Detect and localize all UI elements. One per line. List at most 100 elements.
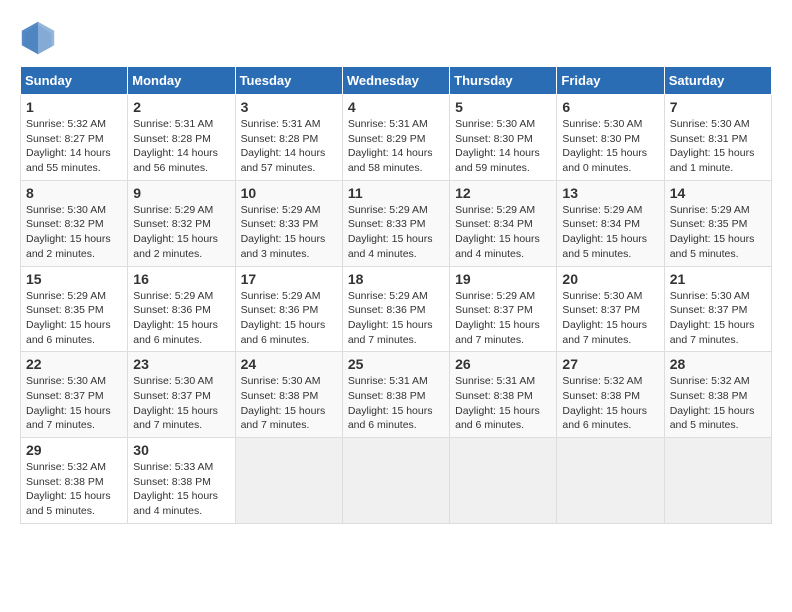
day-number: 10 [241, 185, 337, 201]
weekday-header-wednesday: Wednesday [342, 67, 449, 95]
calendar-cell: 26 Sunrise: 5:31 AM Sunset: 8:38 PM Dayli… [450, 352, 557, 438]
week-row-0: 1Sunrise: 5:32 AM Sunset: 8:27 PM Daylig… [21, 95, 772, 181]
day-info: Sunrise: 5:31 AM Sunset: 8:38 PM Dayligh… [455, 374, 551, 433]
day-number: 29 [26, 442, 122, 458]
day-number: 9 [133, 185, 229, 201]
calendar-cell: 17 Sunrise: 5:29 AM Sunset: 8:36 PM Dayli… [235, 266, 342, 352]
day-number: 24 [241, 356, 337, 372]
day-info: Sunrise: 5:29 AM Sunset: 8:34 PM Dayligh… [562, 203, 658, 262]
calendar-cell: 15 Sunrise: 5:29 AM Sunset: 8:35 PM Dayli… [21, 266, 128, 352]
calendar-cell: 2 Sunrise: 5:31 AM Sunset: 8:28 PM Daylig… [128, 95, 235, 181]
day-number: 19 [455, 271, 551, 287]
calendar-cell: 4 Sunrise: 5:31 AM Sunset: 8:29 PM Daylig… [342, 95, 449, 181]
calendar-cell: 28 Sunrise: 5:32 AM Sunset: 8:38 PM Dayli… [664, 352, 771, 438]
day-number: 25 [348, 356, 444, 372]
calendar-cell: 8 Sunrise: 5:30 AM Sunset: 8:32 PM Daylig… [21, 180, 128, 266]
calendar-cell: 5Sunrise: 5:30 AM Sunset: 8:30 PM Daylig… [450, 95, 557, 181]
day-number: 7 [670, 99, 766, 115]
calendar-cell: 14 Sunrise: 5:29 AM Sunset: 8:35 PM Dayli… [664, 180, 771, 266]
calendar-cell [342, 438, 449, 524]
day-number: 4 [348, 99, 444, 115]
day-number: 22 [26, 356, 122, 372]
day-info: Sunrise: 5:31 AM Sunset: 8:28 PM Dayligh… [241, 117, 337, 176]
calendar-cell: 24 Sunrise: 5:30 AM Sunset: 8:38 PM Dayli… [235, 352, 342, 438]
day-number: 20 [562, 271, 658, 287]
day-info: Sunrise: 5:32 AM Sunset: 8:38 PM Dayligh… [670, 374, 766, 433]
day-number: 28 [670, 356, 766, 372]
day-number: 2 [133, 99, 229, 115]
day-number: 11 [348, 185, 444, 201]
weekday-header-sunday: Sunday [21, 67, 128, 95]
day-info: Sunrise: 5:29 AM Sunset: 8:36 PM Dayligh… [348, 289, 444, 348]
day-info: Sunrise: 5:30 AM Sunset: 8:37 PM Dayligh… [26, 374, 122, 433]
calendar-cell: 27 Sunrise: 5:32 AM Sunset: 8:38 PM Dayli… [557, 352, 664, 438]
calendar-cell [557, 438, 664, 524]
day-info: Sunrise: 5:30 AM Sunset: 8:30 PM Dayligh… [455, 117, 551, 176]
day-info: Sunrise: 5:32 AM Sunset: 8:38 PM Dayligh… [26, 460, 122, 519]
day-info: Sunrise: 5:29 AM Sunset: 8:35 PM Dayligh… [26, 289, 122, 348]
day-info: Sunrise: 5:29 AM Sunset: 8:36 PM Dayligh… [133, 289, 229, 348]
day-info: Sunrise: 5:29 AM Sunset: 8:34 PM Dayligh… [455, 203, 551, 262]
day-info: Sunrise: 5:30 AM Sunset: 8:37 PM Dayligh… [670, 289, 766, 348]
header [20, 20, 772, 56]
calendar-cell: 20 Sunrise: 5:30 AM Sunset: 8:37 PM Dayli… [557, 266, 664, 352]
calendar-cell: 22 Sunrise: 5:30 AM Sunset: 8:37 PM Dayli… [21, 352, 128, 438]
day-number: 13 [562, 185, 658, 201]
day-number: 8 [26, 185, 122, 201]
calendar-cell: 18Sunrise: 5:29 AM Sunset: 8:36 PM Dayli… [342, 266, 449, 352]
day-number: 26 [455, 356, 551, 372]
day-number: 30 [133, 442, 229, 458]
calendar-cell: 11 Sunrise: 5:29 AM Sunset: 8:33 PM Dayli… [342, 180, 449, 266]
calendar-cell [450, 438, 557, 524]
day-info: Sunrise: 5:30 AM Sunset: 8:32 PM Dayligh… [26, 203, 122, 262]
day-info: Sunrise: 5:29 AM Sunset: 8:37 PM Dayligh… [455, 289, 551, 348]
calendar-cell: 23 Sunrise: 5:30 AM Sunset: 8:37 PM Dayli… [128, 352, 235, 438]
day-info: Sunrise: 5:31 AM Sunset: 8:38 PM Dayligh… [348, 374, 444, 433]
calendar-cell: 7 Sunrise: 5:30 AM Sunset: 8:31 PM Daylig… [664, 95, 771, 181]
day-number: 3 [241, 99, 337, 115]
day-number: 23 [133, 356, 229, 372]
day-info: Sunrise: 5:30 AM Sunset: 8:37 PM Dayligh… [133, 374, 229, 433]
weekday-header-tuesday: Tuesday [235, 67, 342, 95]
day-info: Sunrise: 5:29 AM Sunset: 8:33 PM Dayligh… [241, 203, 337, 262]
day-info: Sunrise: 5:29 AM Sunset: 8:36 PM Dayligh… [241, 289, 337, 348]
day-info: Sunrise: 5:31 AM Sunset: 8:29 PM Dayligh… [348, 117, 444, 176]
day-info: Sunrise: 5:30 AM Sunset: 8:30 PM Dayligh… [562, 117, 658, 176]
day-info: Sunrise: 5:31 AM Sunset: 8:28 PM Dayligh… [133, 117, 229, 176]
weekday-header-saturday: Saturday [664, 67, 771, 95]
calendar-table: SundayMondayTuesdayWednesdayThursdayFrid… [20, 66, 772, 524]
week-row-3: 22 Sunrise: 5:30 AM Sunset: 8:37 PM Dayli… [21, 352, 772, 438]
day-info: Sunrise: 5:33 AM Sunset: 8:38 PM Dayligh… [133, 460, 229, 519]
day-number: 16 [133, 271, 229, 287]
calendar-cell: 29 Sunrise: 5:32 AM Sunset: 8:38 PM Dayli… [21, 438, 128, 524]
calendar-cell [235, 438, 342, 524]
day-info: Sunrise: 5:29 AM Sunset: 8:35 PM Dayligh… [670, 203, 766, 262]
week-row-4: 29 Sunrise: 5:32 AM Sunset: 8:38 PM Dayli… [21, 438, 772, 524]
day-number: 21 [670, 271, 766, 287]
calendar-cell: 21 Sunrise: 5:30 AM Sunset: 8:37 PM Dayli… [664, 266, 771, 352]
day-number: 14 [670, 185, 766, 201]
calendar-cell: 19 Sunrise: 5:29 AM Sunset: 8:37 PM Dayli… [450, 266, 557, 352]
calendar-cell: 3 Sunrise: 5:31 AM Sunset: 8:28 PM Daylig… [235, 95, 342, 181]
week-row-1: 8 Sunrise: 5:30 AM Sunset: 8:32 PM Daylig… [21, 180, 772, 266]
day-number: 17 [241, 271, 337, 287]
calendar-cell: 30 Sunrise: 5:33 AM Sunset: 8:38 PM Dayli… [128, 438, 235, 524]
day-number: 6 [562, 99, 658, 115]
day-number: 1 [26, 99, 122, 115]
week-row-2: 15 Sunrise: 5:29 AM Sunset: 8:35 PM Dayli… [21, 266, 772, 352]
day-info: Sunrise: 5:30 AM Sunset: 8:31 PM Dayligh… [670, 117, 766, 176]
day-info: Sunrise: 5:32 AM Sunset: 8:38 PM Dayligh… [562, 374, 658, 433]
day-info: Sunrise: 5:30 AM Sunset: 8:37 PM Dayligh… [562, 289, 658, 348]
calendar-cell: 16 Sunrise: 5:29 AM Sunset: 8:36 PM Dayli… [128, 266, 235, 352]
calendar-cell: 13 Sunrise: 5:29 AM Sunset: 8:34 PM Dayli… [557, 180, 664, 266]
weekday-header-friday: Friday [557, 67, 664, 95]
day-info: Sunrise: 5:29 AM Sunset: 8:32 PM Dayligh… [133, 203, 229, 262]
calendar-cell: 10 Sunrise: 5:29 AM Sunset: 8:33 PM Dayli… [235, 180, 342, 266]
calendar-cell: 1Sunrise: 5:32 AM Sunset: 8:27 PM Daylig… [21, 95, 128, 181]
day-number: 27 [562, 356, 658, 372]
day-info: Sunrise: 5:30 AM Sunset: 8:38 PM Dayligh… [241, 374, 337, 433]
day-number: 12 [455, 185, 551, 201]
day-info: Sunrise: 5:29 AM Sunset: 8:33 PM Dayligh… [348, 203, 444, 262]
day-number: 15 [26, 271, 122, 287]
weekday-header-thursday: Thursday [450, 67, 557, 95]
